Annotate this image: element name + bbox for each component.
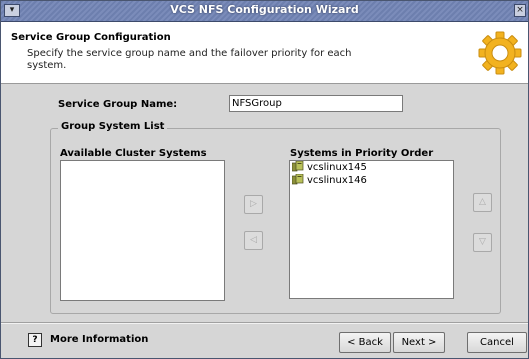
wizard-window: ▾ VCS NFS Configuration Wizard × Service… [0,0,529,359]
service-group-name-label: Service Group Name: [58,99,178,110]
priority-systems-label: Systems in Priority Order [290,148,434,159]
more-information-label[interactable]: More Information [50,334,148,345]
move-down-button[interactable]: ▽ [473,233,492,252]
back-button[interactable]: < Back [339,332,391,353]
close-icon[interactable]: × [514,4,526,17]
gear-icon [478,31,522,75]
system-icon [292,161,304,172]
page-description: Specify the service group name and the f… [27,48,352,71]
move-right-button[interactable]: ▷ [244,195,263,214]
list-item-label: vcslinux145 [307,162,367,173]
list-item[interactable]: vcslinux146 [290,174,453,187]
window-title: VCS NFS Configuration Wizard [170,3,359,16]
page-title: Service Group Configuration [11,32,171,43]
group-system-list-title: Group System List [58,121,168,132]
list-item-label: vcslinux146 [307,175,367,186]
list-item[interactable]: vcslinux145 [290,161,453,174]
move-left-button[interactable]: ◁ [244,231,263,250]
system-icon [292,174,304,185]
title-bar[interactable]: ▾ VCS NFS Configuration Wizard × [1,1,528,22]
available-systems-label: Available Cluster Systems [60,148,207,159]
cancel-button[interactable]: Cancel [467,332,527,353]
footer-separator [1,322,528,324]
help-icon[interactable]: ? [28,333,42,347]
wizard-header: Service Group Configuration Specify the … [1,22,528,84]
available-systems-list[interactable] [60,160,225,301]
move-up-button[interactable]: △ [473,193,492,212]
next-button[interactable]: Next > [393,332,445,353]
service-group-name-input[interactable] [229,95,403,112]
priority-systems-list[interactable]: vcslinux145 vcslinux146 [289,160,454,299]
